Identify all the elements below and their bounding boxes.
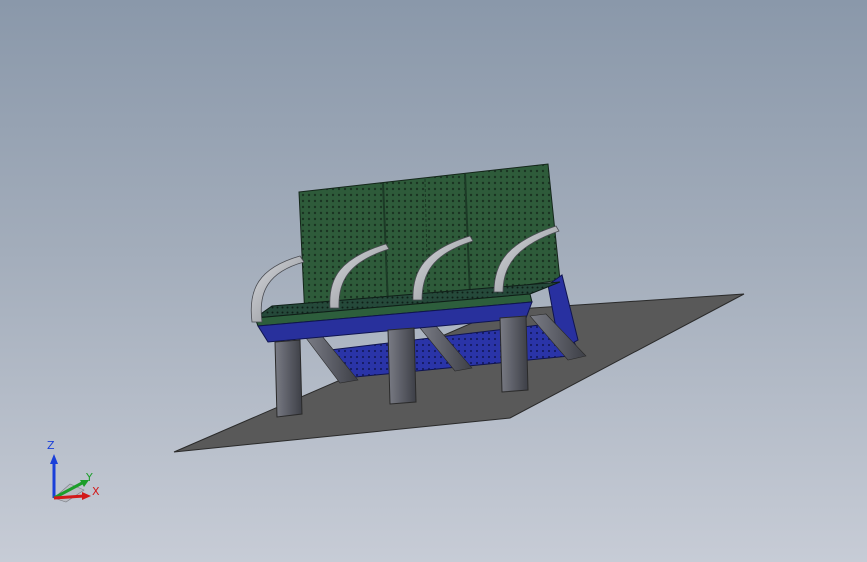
x-axis-icon xyxy=(53,494,85,500)
x-axis-label: X xyxy=(92,485,100,498)
coordinate-triad: Z Y X xyxy=(40,440,110,510)
y-axis-label: Y xyxy=(86,471,93,484)
front-leg[interactable] xyxy=(274,339,303,418)
front-leg[interactable] xyxy=(387,327,417,405)
graphics-viewport[interactable]: Z Y X xyxy=(0,0,867,562)
z-axis-label: Z xyxy=(47,439,55,452)
front-leg[interactable] xyxy=(499,315,529,393)
z-arrow-icon xyxy=(50,454,58,464)
model-view[interactable] xyxy=(0,0,867,562)
x-arrow-icon xyxy=(82,492,91,500)
triad-plane xyxy=(53,483,85,503)
